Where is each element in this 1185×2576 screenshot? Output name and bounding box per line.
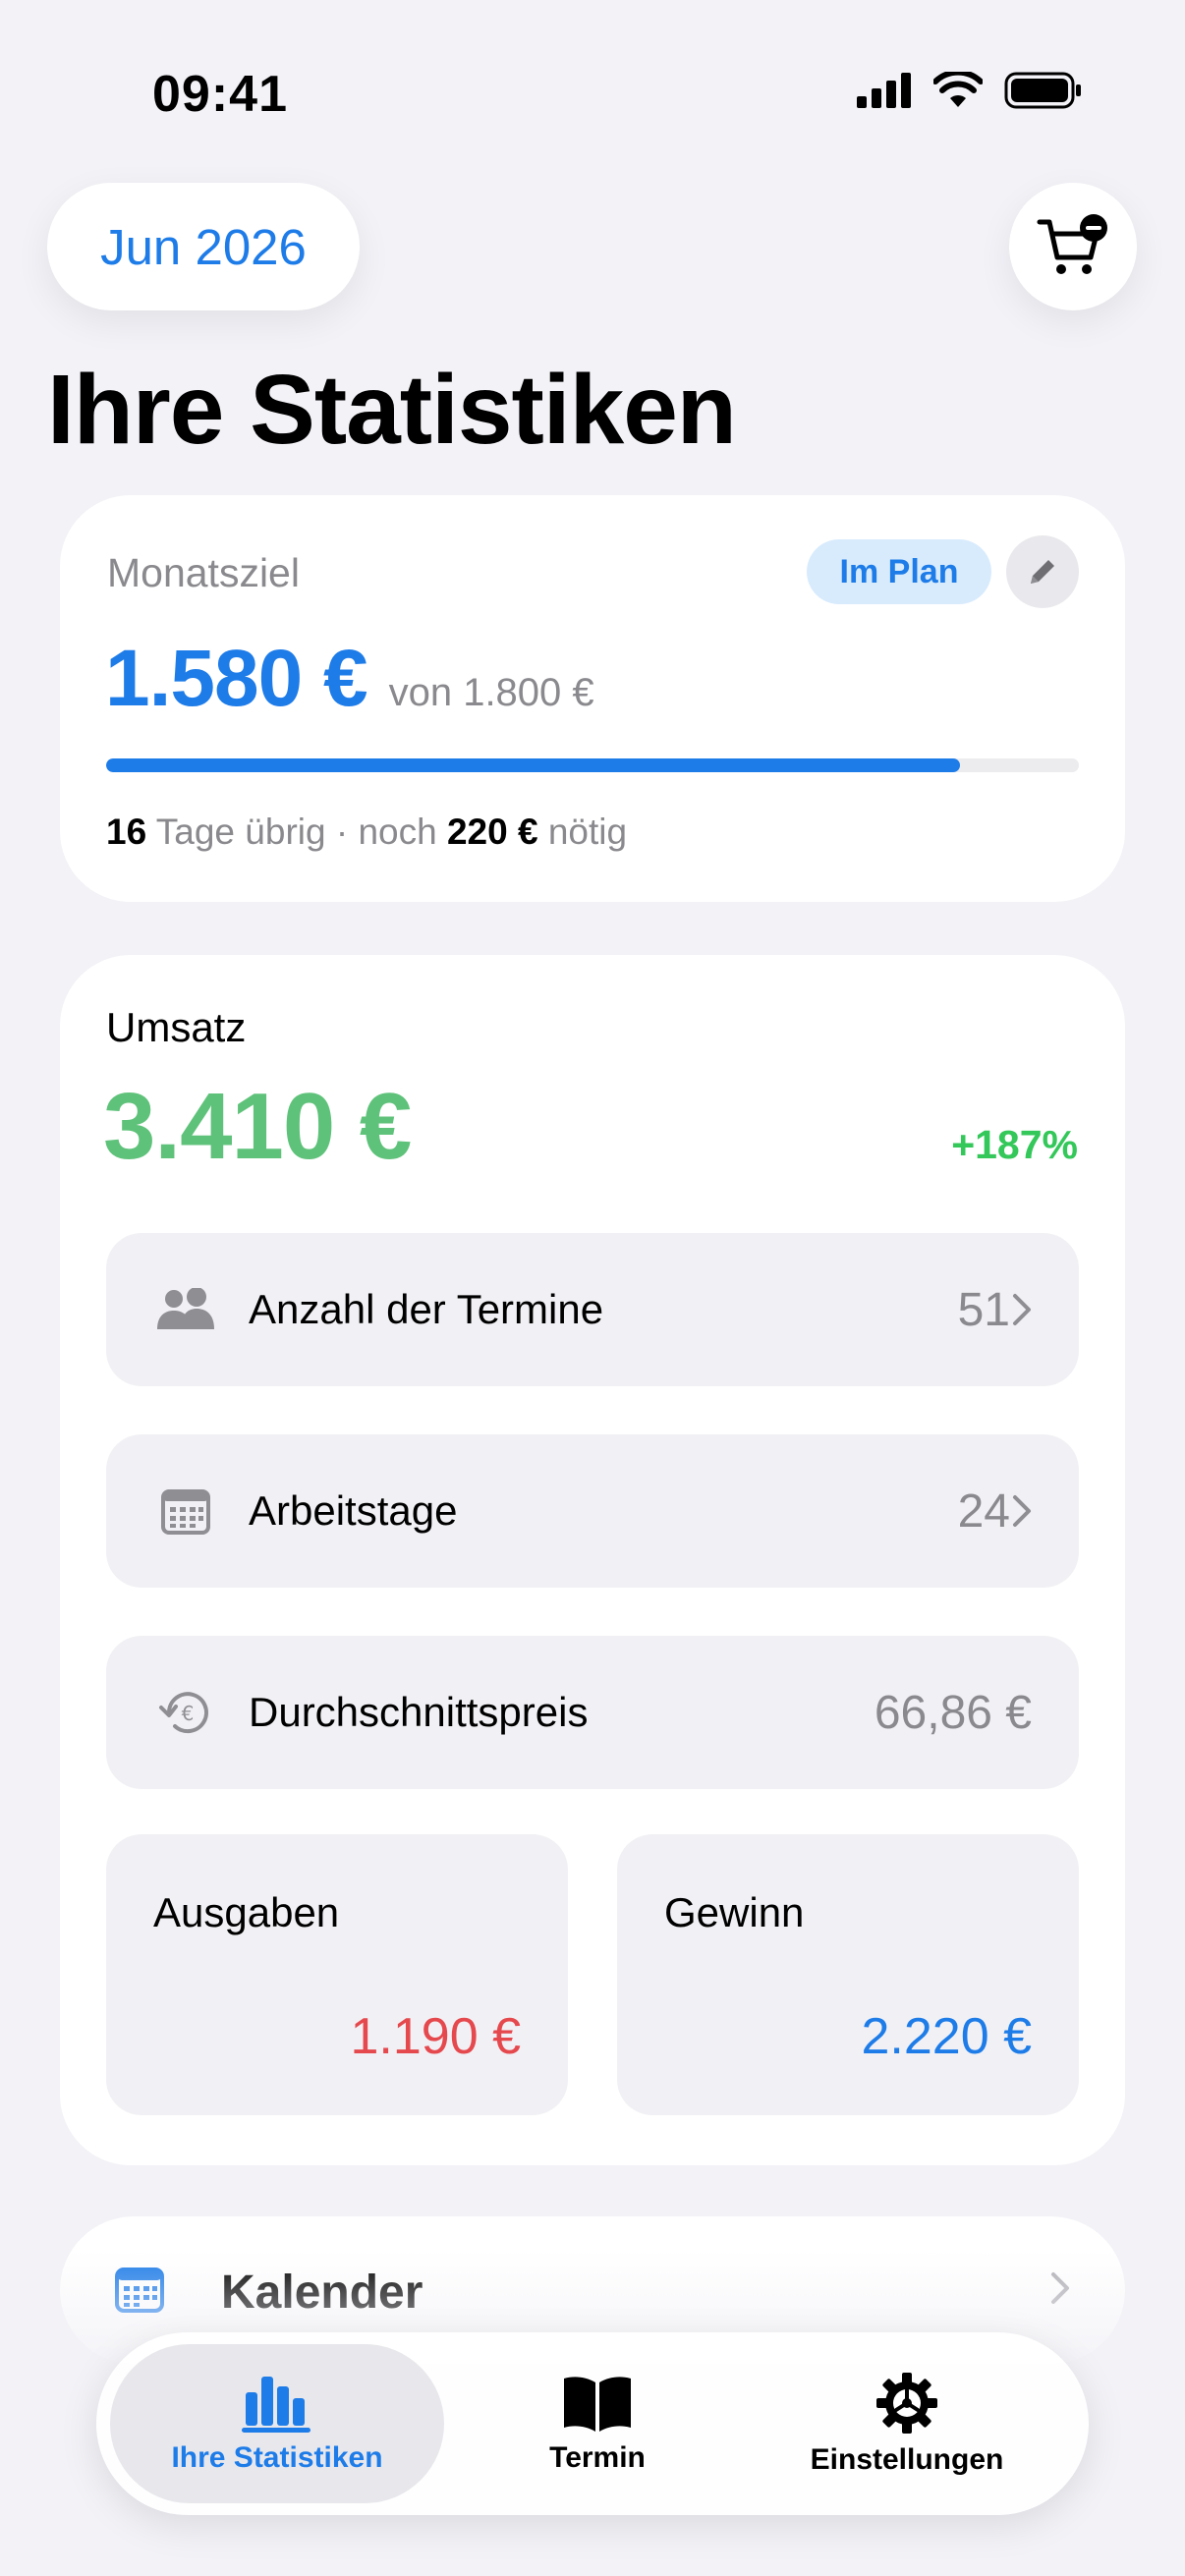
- working-days-row[interactable]: Arbeitstage 24: [106, 1434, 1079, 1588]
- revenue-change-percent: +187%: [951, 1122, 1078, 1167]
- stat-value: 51: [957, 1283, 1010, 1336]
- goal-progress-fill: [106, 758, 961, 772]
- stat-value: 66,86 €: [874, 1686, 1032, 1739]
- page-title: Ihre Statistiken: [47, 355, 737, 465]
- revenue-label: Umsatz: [106, 1004, 247, 1050]
- expenses-label: Ausgaben: [153, 1889, 340, 1935]
- svg-text:€: €: [182, 1702, 195, 1725]
- stat-label: Durchschnittspreis: [249, 1689, 589, 1735]
- cart-remove-button[interactable]: [1009, 183, 1137, 310]
- tab-appointment[interactable]: Termin: [470, 2344, 725, 2503]
- calendar-icon: [115, 2268, 164, 2313]
- tab-label: Ihre Statistiken: [171, 2441, 383, 2474]
- goal-amount-row: 1.580 € von 1.800 €: [105, 633, 594, 725]
- goal-current-amount: 1.580 €: [105, 634, 368, 723]
- stat-label: Arbeitstage: [249, 1487, 458, 1534]
- profit-card: Gewinn 2.220 €: [617, 1834, 1079, 2115]
- goal-progress-bar: [106, 758, 1079, 772]
- chevron-right-icon: [1051, 2272, 1069, 2304]
- gear-icon: [876, 2373, 937, 2434]
- euro-history-icon: €: [155, 1685, 216, 1740]
- monthly-goal-card: Monatsziel Im Plan 1.580 € von 1.800 € 1…: [60, 495, 1125, 902]
- pencil-icon: [1031, 560, 1054, 584]
- average-price-row: € Durchschnittspreis 66,86 €: [106, 1636, 1079, 1789]
- people-icon: [155, 1282, 216, 1337]
- tab-bar: Ihre Statistiken Termin Einstellungen: [96, 2332, 1089, 2515]
- cart-minus-icon: [1037, 214, 1107, 274]
- goal-note: 16 Tage übrig · noch 220 € nötig: [106, 812, 627, 853]
- edit-goal-button[interactable]: [1006, 535, 1079, 608]
- bar-chart-icon: [242, 2377, 310, 2433]
- revenue-amount: 3.410 €: [103, 1074, 412, 1179]
- tab-label: Einstellungen: [810, 2443, 1004, 2476]
- days-left-value: 16: [106, 812, 147, 852]
- status-bar: 09:41: [0, 0, 1185, 187]
- status-badge: Im Plan: [807, 539, 991, 604]
- tab-settings[interactable]: Einstellungen: [745, 2344, 1069, 2503]
- chevron-right-icon: [1013, 1294, 1031, 1325]
- revenue-card: Umsatz 3.410 € +187% Anzahl der Termine …: [60, 955, 1125, 2165]
- expenses-card: Ausgaben 1.190 €: [106, 1834, 568, 2115]
- book-icon: [564, 2377, 631, 2432]
- expenses-value: 1.190 €: [350, 2008, 522, 2065]
- goal-target-amount: von 1.800 €: [388, 671, 594, 714]
- tab-statistics[interactable]: Ihre Statistiken: [110, 2344, 444, 2503]
- profit-value: 2.220 €: [861, 2008, 1033, 2065]
- profit-label: Gewinn: [664, 1889, 805, 1935]
- appointments-count-row[interactable]: Anzahl der Termine 51: [106, 1233, 1079, 1386]
- wifi-icon: [933, 72, 983, 107]
- calendar-grid-icon: [155, 1484, 216, 1539]
- battery-icon: [1004, 72, 1081, 109]
- days-left-text: Tage übrig · noch: [155, 812, 437, 852]
- tab-label: Termin: [549, 2441, 646, 2474]
- goal-label: Monatsziel: [107, 550, 300, 595]
- needed-amount: 220 €: [446, 812, 538, 852]
- needed-text: nötig: [547, 812, 628, 852]
- stat-label: Anzahl der Termine: [249, 1286, 604, 1332]
- month-label: Jun 2026: [100, 218, 307, 275]
- status-icons: [857, 71, 1083, 110]
- cellular-signal-icon: [857, 73, 911, 108]
- chevron-right-icon: [1013, 1495, 1031, 1527]
- month-selector-button[interactable]: Jun 2026: [47, 183, 360, 310]
- status-time: 09:41: [152, 66, 288, 123]
- stat-value: 24: [957, 1484, 1010, 1538]
- calendar-label: Kalender: [221, 2267, 423, 2319]
